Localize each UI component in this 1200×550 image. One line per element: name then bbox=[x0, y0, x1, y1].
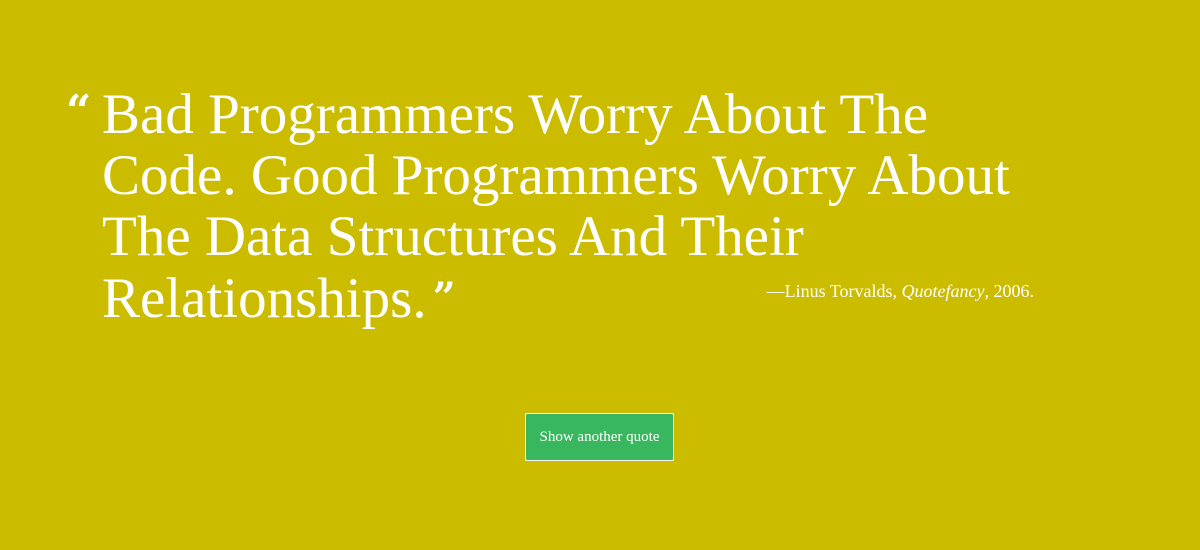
show-another-quote-button[interactable]: Show another quote bbox=[525, 413, 674, 461]
open-quote-icon: “ bbox=[66, 86, 92, 137]
quote-attribution: —Linus Torvalds, Quotefancy, 2006. bbox=[767, 280, 1034, 302]
close-quote-icon: ” bbox=[432, 274, 456, 321]
attribution-year: , 2006. bbox=[984, 281, 1035, 301]
attribution-author: —Linus Torvalds, bbox=[766, 281, 902, 301]
attribution-source: Quotefancy bbox=[901, 281, 985, 301]
